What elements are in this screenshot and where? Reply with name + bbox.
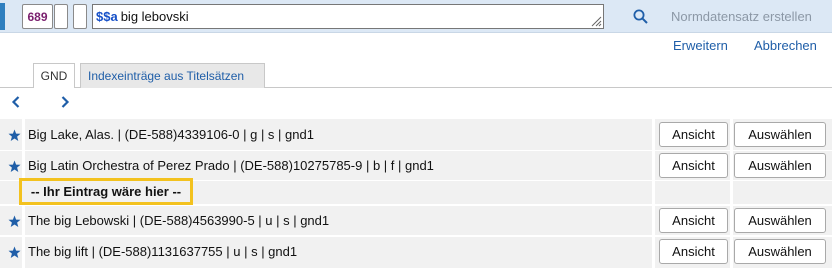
- view-button[interactable]: Ansicht: [659, 122, 728, 147]
- row-separator: [730, 181, 733, 204]
- view-button[interactable]: Ansicht: [659, 153, 728, 178]
- star-icon: [8, 246, 21, 258]
- star-icon: [8, 129, 21, 141]
- result-text: Big Latin Orchestra of Perez Prado | (DE…: [28, 158, 434, 173]
- tab-gnd[interactable]: GND: [33, 63, 75, 88]
- result-row: Big Latin Orchestra of Perez Prado | (DE…: [0, 151, 832, 181]
- chevron-right-icon[interactable]: [59, 95, 71, 109]
- result-row: Big Lake, Alas. | (DE-588)4339106-0 | g …: [0, 119, 832, 151]
- view-button[interactable]: Ansicht: [659, 208, 728, 233]
- view-button[interactable]: Ansicht: [659, 239, 728, 264]
- insert-position-marker: -- Ihr Eintrag wäre hier --: [19, 178, 193, 205]
- row-separator: [730, 151, 733, 180]
- subfield-value: big lebovski: [120, 9, 189, 24]
- row-separator: [22, 206, 25, 235]
- select-button[interactable]: Auswählen: [734, 122, 826, 147]
- result-row: The big lift | (DE-588)1131637755 | u | …: [0, 237, 832, 269]
- result-text: The big lift | (DE-588)1131637755 | u | …: [28, 244, 298, 259]
- star-icon: [8, 160, 21, 172]
- row-separator: [652, 237, 655, 268]
- row-separator: [652, 119, 655, 150]
- indicator-2-field[interactable]: [73, 4, 87, 29]
- row-separator: [652, 206, 655, 235]
- chevron-left-icon[interactable]: [10, 95, 22, 109]
- row-separator: [652, 151, 655, 180]
- select-button[interactable]: Auswählen: [734, 239, 826, 264]
- row-separator: [22, 237, 25, 268]
- row-separator: [730, 237, 733, 268]
- indicator-1-field[interactable]: [54, 4, 68, 29]
- select-button[interactable]: Auswählen: [734, 208, 826, 233]
- cancel-link[interactable]: Abbrechen: [754, 38, 817, 53]
- row-separator: [22, 151, 25, 180]
- select-button[interactable]: Auswählen: [734, 153, 826, 178]
- result-row: The big Lebowski | (DE-588)4563990-5 | u…: [0, 206, 832, 236]
- extend-link[interactable]: Erweitern: [673, 38, 728, 53]
- create-authority-record-button[interactable]: Normdatensatz erstellen: [671, 9, 812, 24]
- row-separator: [22, 119, 25, 150]
- field-indicator-strip: [0, 3, 5, 30]
- result-text: The big Lebowski | (DE-588)4563990-5 | u…: [28, 213, 330, 228]
- marc-field-bar: 689 $$a big lebovski Normdatensatz erste…: [0, 0, 832, 33]
- row-separator: [730, 206, 733, 235]
- star-icon: [8, 215, 21, 227]
- row-separator: [652, 181, 655, 204]
- search-icon[interactable]: [632, 8, 650, 26]
- resize-handle-icon[interactable]: [591, 16, 602, 27]
- subfield-input[interactable]: $$a big lebovski: [92, 4, 604, 29]
- tag-field[interactable]: 689: [22, 4, 53, 29]
- subfield-code: $$a: [96, 9, 118, 24]
- row-separator: [730, 119, 733, 150]
- tab-index-entries[interactable]: Indexeinträge aus Titelsätzen: [80, 63, 265, 88]
- result-text: Big Lake, Alas. | (DE-588)4339106-0 | g …: [28, 127, 314, 142]
